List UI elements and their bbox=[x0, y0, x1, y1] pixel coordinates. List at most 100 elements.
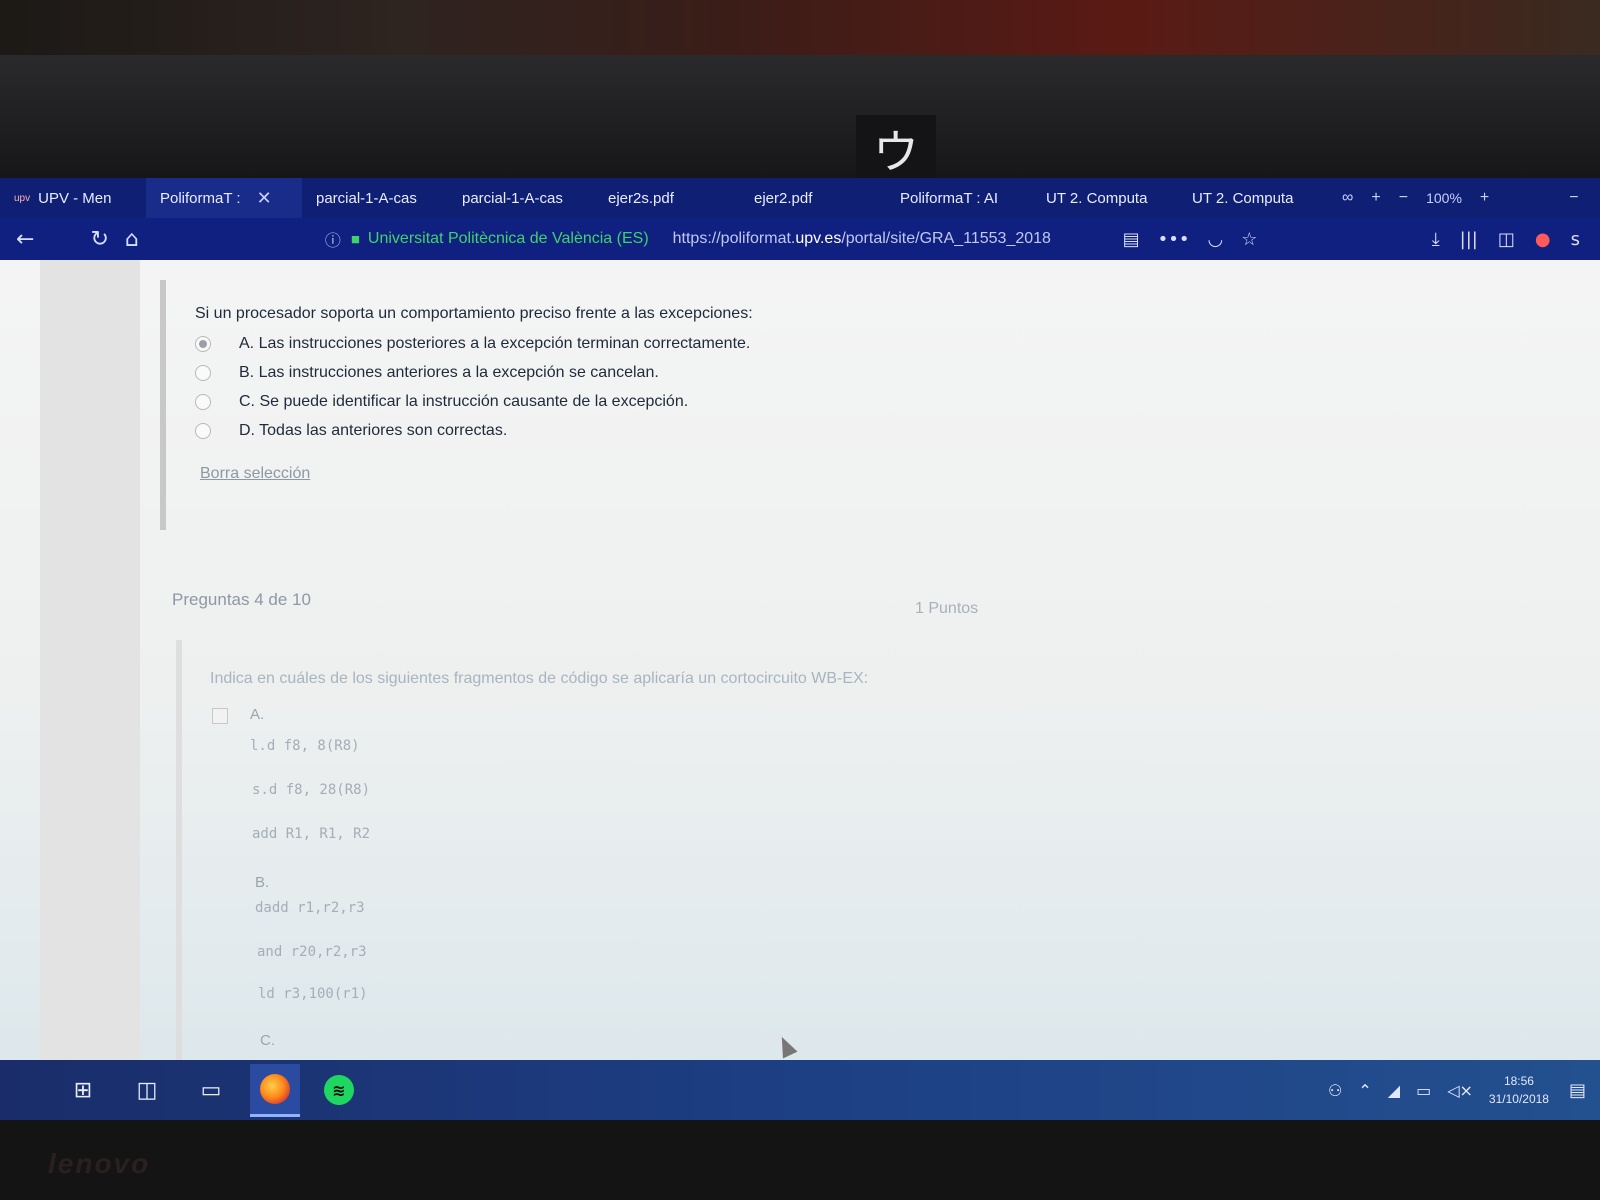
tab-label: UT 2. Computa bbox=[1046, 189, 1148, 207]
option-c-label: C. bbox=[260, 1032, 275, 1049]
show-hidden-icons-chevron-up-icon[interactable]: ⌃ bbox=[1358, 1081, 1371, 1100]
tab-upv-menu[interactable]: upv UPV - Men bbox=[0, 178, 146, 218]
question-4-border bbox=[176, 640, 182, 1060]
people-icon[interactable]: ⚇ bbox=[1328, 1081, 1342, 1100]
extension-icon[interactable]: ● bbox=[1535, 229, 1551, 250]
zoom-level[interactable]: 100% bbox=[1426, 190, 1462, 206]
url-domain: upv.es bbox=[795, 230, 842, 247]
code-line: s.d f8, 28(R8) bbox=[252, 782, 371, 798]
home-icon[interactable]: ⌂ bbox=[125, 227, 139, 252]
tab-parcial-2[interactable]: parcial-1-A-cas bbox=[448, 178, 594, 218]
toolbar-icons: ⤓ ||| ◫ ● s bbox=[1432, 229, 1580, 250]
quiz-page: Si un procesador soporta un comportamien… bbox=[0, 260, 1600, 1060]
volume-muted-icon[interactable]: ◁× bbox=[1447, 1081, 1473, 1100]
tab-label: ejer2.pdf bbox=[754, 189, 813, 207]
new-tab-plus-icon[interactable]: + bbox=[1371, 189, 1380, 207]
tab-label: parcial-1-A-cas bbox=[316, 189, 417, 207]
option-c-label: C. Se puede identificar la instrucción c… bbox=[239, 393, 689, 410]
wifi-icon[interactable]: ◢ bbox=[1388, 1081, 1400, 1100]
url-path: /portal/site/GRA_11553_2018 bbox=[841, 230, 1051, 247]
bookmark-star-icon[interactable]: ☆ bbox=[1241, 229, 1257, 250]
url-text[interactable]: https://poliformat.upv.es/portal/site/GR… bbox=[673, 230, 1093, 248]
option-b-radio[interactable] bbox=[195, 365, 211, 381]
clock-time: 18:56 bbox=[1503, 1074, 1534, 1088]
question-4-text: Indica en cuáles de los siguientes fragm… bbox=[210, 670, 869, 687]
option-d-radio[interactable] bbox=[195, 423, 211, 439]
option-b-label: B. bbox=[255, 874, 270, 891]
tab-ut2-computa-2[interactable]: UT 2. Computa bbox=[1178, 178, 1324, 218]
tab-poliformat-ai[interactable]: PoliformaT : AI bbox=[886, 178, 1032, 218]
question-3-text: Si un procesador soporta un comportamien… bbox=[195, 305, 753, 322]
option-a[interactable]: A. Las instrucciones posteriores a la ex… bbox=[195, 335, 750, 353]
spotify-icon: ≋ bbox=[324, 1075, 354, 1105]
option-d[interactable]: D. Todas las anteriores son correctas. bbox=[195, 422, 507, 440]
info-icon[interactable]: ⓘ bbox=[325, 227, 341, 251]
library-icon[interactable]: ||| bbox=[1460, 229, 1478, 250]
sidebar-icon[interactable]: ◫ bbox=[1498, 229, 1515, 250]
option-c[interactable]: C. Se puede identificar la instrucción c… bbox=[195, 393, 688, 411]
spotify-taskbar-button[interactable]: ≋ bbox=[314, 1065, 364, 1115]
tab-label: PoliformaT : AI bbox=[900, 189, 999, 207]
firefox-taskbar-button[interactable] bbox=[250, 1063, 300, 1117]
task-view-icon[interactable]: ◫ bbox=[122, 1065, 172, 1115]
option-c-radio[interactable] bbox=[195, 394, 211, 410]
reader-view-icon[interactable]: ▤ bbox=[1123, 229, 1140, 250]
site-identity: Universitat Politècnica de València (ES) bbox=[367, 230, 649, 247]
minimize-window-icon[interactable]: − bbox=[1569, 189, 1578, 207]
question-points: 1 Puntos bbox=[915, 600, 979, 617]
code-line: add R1, R1, R2 bbox=[252, 826, 371, 842]
url-prefix: https://poliformat. bbox=[672, 230, 796, 247]
lock-icon: ■ bbox=[350, 230, 360, 248]
tab-label: UT 2. Computa bbox=[1192, 189, 1294, 207]
address-bar[interactable]: ⓘ ■ Universitat Politècnica de València … bbox=[325, 227, 1093, 251]
zoom-out-icon[interactable]: − bbox=[1399, 189, 1408, 207]
laptop-screen: upv UPV - Men PoliformaT : ✕ parcial-1-A… bbox=[0, 178, 1600, 1120]
browser-tab-bar: upv UPV - Men PoliformaT : ✕ parcial-1-A… bbox=[0, 178, 1600, 218]
question-counter: Preguntas 4 de 10 bbox=[172, 590, 311, 609]
firefox-icon bbox=[260, 1073, 290, 1104]
option-a-radio[interactable] bbox=[195, 336, 211, 352]
page-actions: ▤ ••• ◡ ☆ bbox=[1123, 229, 1258, 250]
option-a-checkbox[interactable] bbox=[212, 708, 228, 724]
file-explorer-icon[interactable]: ▭ bbox=[186, 1065, 236, 1115]
close-tab-icon[interactable]: ✕ bbox=[257, 188, 272, 209]
tab-ejer2s-pdf[interactable]: ejer2s.pdf bbox=[594, 178, 740, 218]
option-a-label: A. bbox=[250, 706, 265, 723]
browser-nav-bar: ← ↻ ⌂ ⓘ ■ Universitat Politècnica de Val… bbox=[0, 218, 1600, 260]
reload-icon[interactable]: ↻ bbox=[90, 227, 108, 252]
tab-ejer2-pdf[interactable]: ejer2.pdf bbox=[740, 178, 886, 218]
private-mask-icon: ∞ bbox=[1342, 189, 1354, 206]
windows-taskbar: ⊞ ◫ ▭ ≋ ⚇ ⌃ ◢ ▭ ◁× 18:56 31/10/2018 ▤ bbox=[0, 1060, 1600, 1120]
code-line: dadd r1,r2,r3 bbox=[255, 900, 365, 916]
windows-start-icon[interactable]: ⊞ bbox=[58, 1065, 108, 1115]
tab-ut2-computa-1[interactable]: UT 2. Computa bbox=[1032, 178, 1178, 218]
tab-parcial-1[interactable]: parcial-1-A-cas bbox=[302, 178, 448, 218]
laptop-brand-logo: lenovo bbox=[48, 1148, 151, 1179]
option-b-label: B. Las instrucciones anteriores a la exc… bbox=[239, 364, 659, 381]
download-icon[interactable]: ⤓ bbox=[1432, 229, 1440, 250]
clear-selection-link[interactable]: Borra selección bbox=[200, 465, 310, 483]
clock[interactable]: 18:56 31/10/2018 bbox=[1489, 1072, 1549, 1108]
laptop-bezel-top bbox=[0, 55, 1600, 180]
more-actions-icon[interactable]: ••• bbox=[1158, 229, 1190, 250]
tab-label: UPV - Men bbox=[38, 189, 112, 207]
extension-s-icon[interactable]: s bbox=[1571, 229, 1580, 250]
laptop-bezel-bottom bbox=[0, 1120, 1600, 1200]
back-arrow-icon[interactable]: ← bbox=[16, 227, 34, 252]
option-d-label: D. Todas las anteriores son correctas. bbox=[239, 422, 508, 439]
question-3-card: Si un procesador soporta un comportamien… bbox=[160, 290, 1540, 530]
tab-poliformat-active[interactable]: PoliformaT : ✕ bbox=[146, 178, 302, 218]
pocket-icon[interactable]: ◡ bbox=[1208, 229, 1224, 250]
option-a-label: A. Las instrucciones posteriores a la ex… bbox=[239, 335, 751, 352]
system-tray: ⚇ ⌃ ◢ ▭ ◁× 18:56 31/10/2018 bbox=[1328, 1072, 1569, 1108]
notification-center-icon[interactable]: ▤ bbox=[1569, 1080, 1586, 1101]
upv-favicon-icon: upv bbox=[14, 192, 31, 204]
page-left-strip bbox=[40, 260, 140, 1060]
battery-icon[interactable]: ▭ bbox=[1416, 1081, 1431, 1100]
clock-date: 31/10/2018 bbox=[1488, 1092, 1549, 1106]
zoom-in-icon[interactable]: + bbox=[1480, 189, 1489, 207]
tab-label: PoliformaT : bbox=[160, 189, 241, 207]
option-b[interactable]: B. Las instrucciones anteriores a la exc… bbox=[195, 364, 659, 382]
tab-label: ejer2s.pdf bbox=[608, 189, 674, 207]
code-line: and r20,r2,r3 bbox=[257, 944, 367, 960]
